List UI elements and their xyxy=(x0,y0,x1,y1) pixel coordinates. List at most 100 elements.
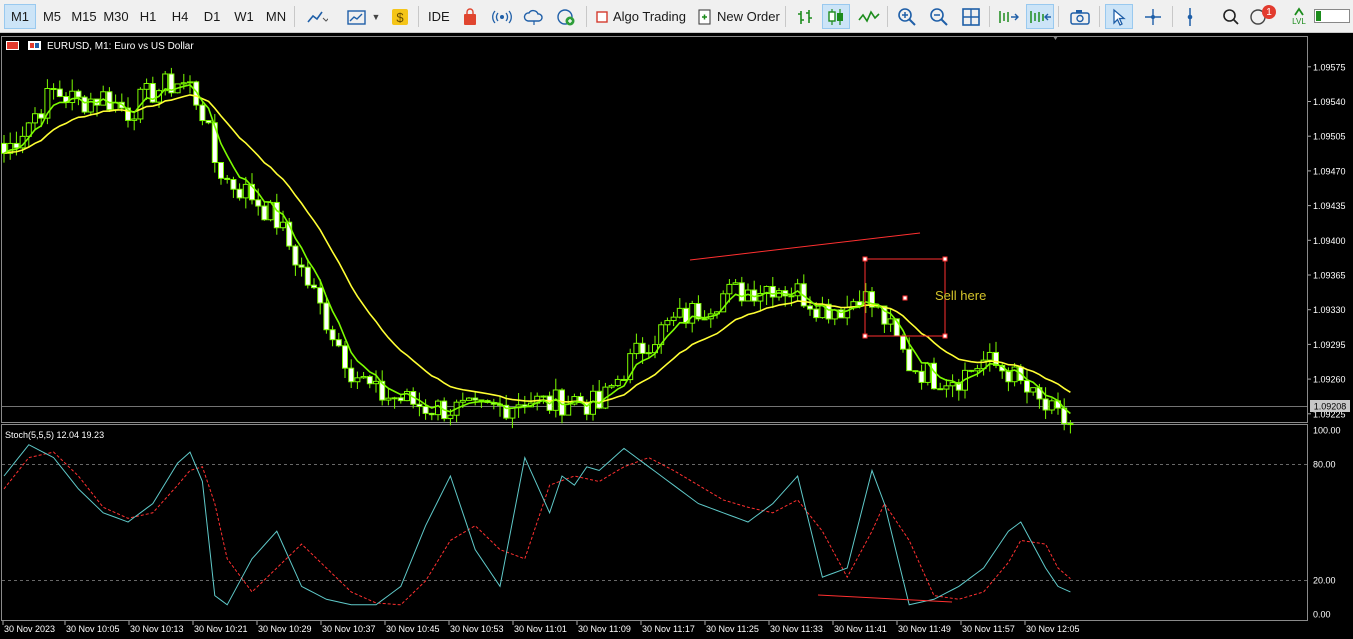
candle-body xyxy=(180,82,187,85)
price-tick-label: 1.09400 xyxy=(1313,236,1346,246)
candle-body xyxy=(509,407,516,419)
price-tick-label: 1.09295 xyxy=(1313,340,1346,350)
rect-handle[interactable] xyxy=(862,256,868,262)
autoscroll-icon[interactable] xyxy=(1026,4,1054,29)
indicator-tick-label: 20.00 xyxy=(1313,576,1336,586)
toolbar-separator xyxy=(1058,6,1059,27)
chart-shift-icon[interactable] xyxy=(995,4,1023,29)
time-tick-label: 30 Nov 12:05 xyxy=(1026,624,1080,634)
candle-body xyxy=(968,369,975,372)
template-dropdown-icon[interactable]: ▼ xyxy=(371,4,381,29)
candle-body xyxy=(732,282,739,285)
vertical-line-icon[interactable] xyxy=(1176,4,1204,29)
zoom-out-icon[interactable] xyxy=(925,4,953,29)
rect-handle[interactable] xyxy=(942,256,948,262)
line-chart-icon[interactable] xyxy=(303,4,331,29)
timeframe-w1-button[interactable]: W1 xyxy=(228,4,260,29)
candle-body xyxy=(323,302,330,331)
one-click-icon-buy xyxy=(35,43,39,48)
rect-handle[interactable] xyxy=(862,333,868,339)
sell-here-annotation[interactable]: Sell here xyxy=(935,288,986,303)
chart-template-icon[interactable] xyxy=(344,4,372,29)
time-tick-label: 30 Nov 11:25 xyxy=(706,624,759,634)
candle-body xyxy=(900,335,906,350)
toolbar-separator xyxy=(418,6,419,27)
algo-trading-button[interactable]: Algo Trading xyxy=(592,4,690,29)
candle-body xyxy=(738,282,745,302)
time-tick-label: 30 Nov 11:17 xyxy=(642,624,695,634)
candle-body xyxy=(1067,423,1074,426)
candle-body xyxy=(794,283,801,297)
candle-body xyxy=(912,370,919,373)
flag-icon-inner xyxy=(7,42,18,49)
time-tick-label: 30 Nov 11:41 xyxy=(834,624,887,634)
candle-body xyxy=(255,199,262,207)
rect-handle[interactable] xyxy=(942,333,948,339)
price-tick-label: 1.09505 xyxy=(1313,132,1346,142)
bar-chart-icon[interactable] xyxy=(791,4,819,29)
one-click-icon xyxy=(28,41,41,50)
candle-body xyxy=(844,306,851,319)
candle-body xyxy=(664,320,671,326)
timeframe-h4-button[interactable]: H4 xyxy=(164,4,196,29)
chart-area[interactable]: EURUSD, M1: Euro vs US Dollar 1.09575 1.0… xyxy=(0,34,1353,639)
level-progress-bar xyxy=(1314,9,1350,23)
grid-icon[interactable] xyxy=(957,4,985,29)
toolbar-separator xyxy=(1172,6,1173,27)
time-tick-label: 30 Nov 11:33 xyxy=(770,624,823,634)
ide-button[interactable]: IDE xyxy=(424,4,454,29)
line-icon[interactable] xyxy=(855,4,883,29)
toolbar-separator xyxy=(294,6,295,27)
candle-body xyxy=(422,406,429,414)
cloud-icon[interactable] xyxy=(520,4,548,29)
one-click-icon-sell xyxy=(30,43,34,48)
price-tick-label: 1.09435 xyxy=(1313,201,1346,211)
timeframe-m1-button[interactable]: M1 xyxy=(4,4,36,29)
candle-body xyxy=(205,120,212,124)
toolbar-separator xyxy=(785,6,786,27)
candle-body xyxy=(447,414,454,420)
candle-body xyxy=(280,221,286,229)
dollar-icon[interactable]: $ xyxy=(386,4,414,29)
zoom-in-icon[interactable] xyxy=(893,4,921,29)
candle-body xyxy=(639,342,646,354)
candle-body xyxy=(769,285,776,298)
timeframe-mn-button[interactable]: MN xyxy=(260,4,292,29)
candle-body xyxy=(670,316,677,322)
time-tick-label: 30 Nov 2023 xyxy=(4,624,55,634)
candle-body xyxy=(38,113,45,119)
timeframe-m5-button[interactable]: M5 xyxy=(36,4,68,29)
rect-handle[interactable] xyxy=(902,295,908,301)
candle-body xyxy=(937,388,944,391)
candle-body xyxy=(32,113,38,124)
toolbar-separator xyxy=(586,6,587,27)
timeframe-m30-button[interactable]: M30 xyxy=(100,4,132,29)
candle-body xyxy=(1042,398,1049,411)
candle-body xyxy=(335,339,342,347)
candle-body xyxy=(596,390,603,409)
toolbar-separator xyxy=(887,6,888,27)
timeframe-d1-button[interactable]: D1 xyxy=(196,4,228,29)
signals-icon[interactable] xyxy=(488,4,516,29)
timeframe-h1-button[interactable]: H1 xyxy=(132,4,164,29)
timeframe-m15-button[interactable]: M15 xyxy=(68,4,100,29)
candle-body xyxy=(614,378,621,387)
screenshot-icon[interactable] xyxy=(1066,4,1094,29)
price-tick-label: 1.09575 xyxy=(1313,62,1346,72)
candle-body xyxy=(435,400,441,416)
candlestick-icon[interactable] xyxy=(822,4,850,29)
new-order-button[interactable]: New Order xyxy=(694,4,784,29)
candle-body xyxy=(788,295,795,298)
cursor-icon[interactable] xyxy=(1105,4,1133,29)
toolbar-separator xyxy=(1099,6,1100,27)
main-toolbar: M1 M5 M15 M30 H1 H4 D1 W1 MN ▼ $ IDE Algo Tradin… xyxy=(0,0,1353,33)
price-tick-label: 1.09470 xyxy=(1313,166,1346,176)
crosshair-icon[interactable] xyxy=(1139,4,1167,29)
market-icon[interactable] xyxy=(456,4,484,29)
toolbar-separator xyxy=(989,6,990,27)
price-tick-label: 1.09260 xyxy=(1313,375,1346,385)
vps-icon[interactable] xyxy=(552,4,580,29)
current-price-label: 1.09208 xyxy=(1314,402,1347,412)
search-icon[interactable] xyxy=(1217,4,1245,29)
candle-body xyxy=(348,367,355,383)
